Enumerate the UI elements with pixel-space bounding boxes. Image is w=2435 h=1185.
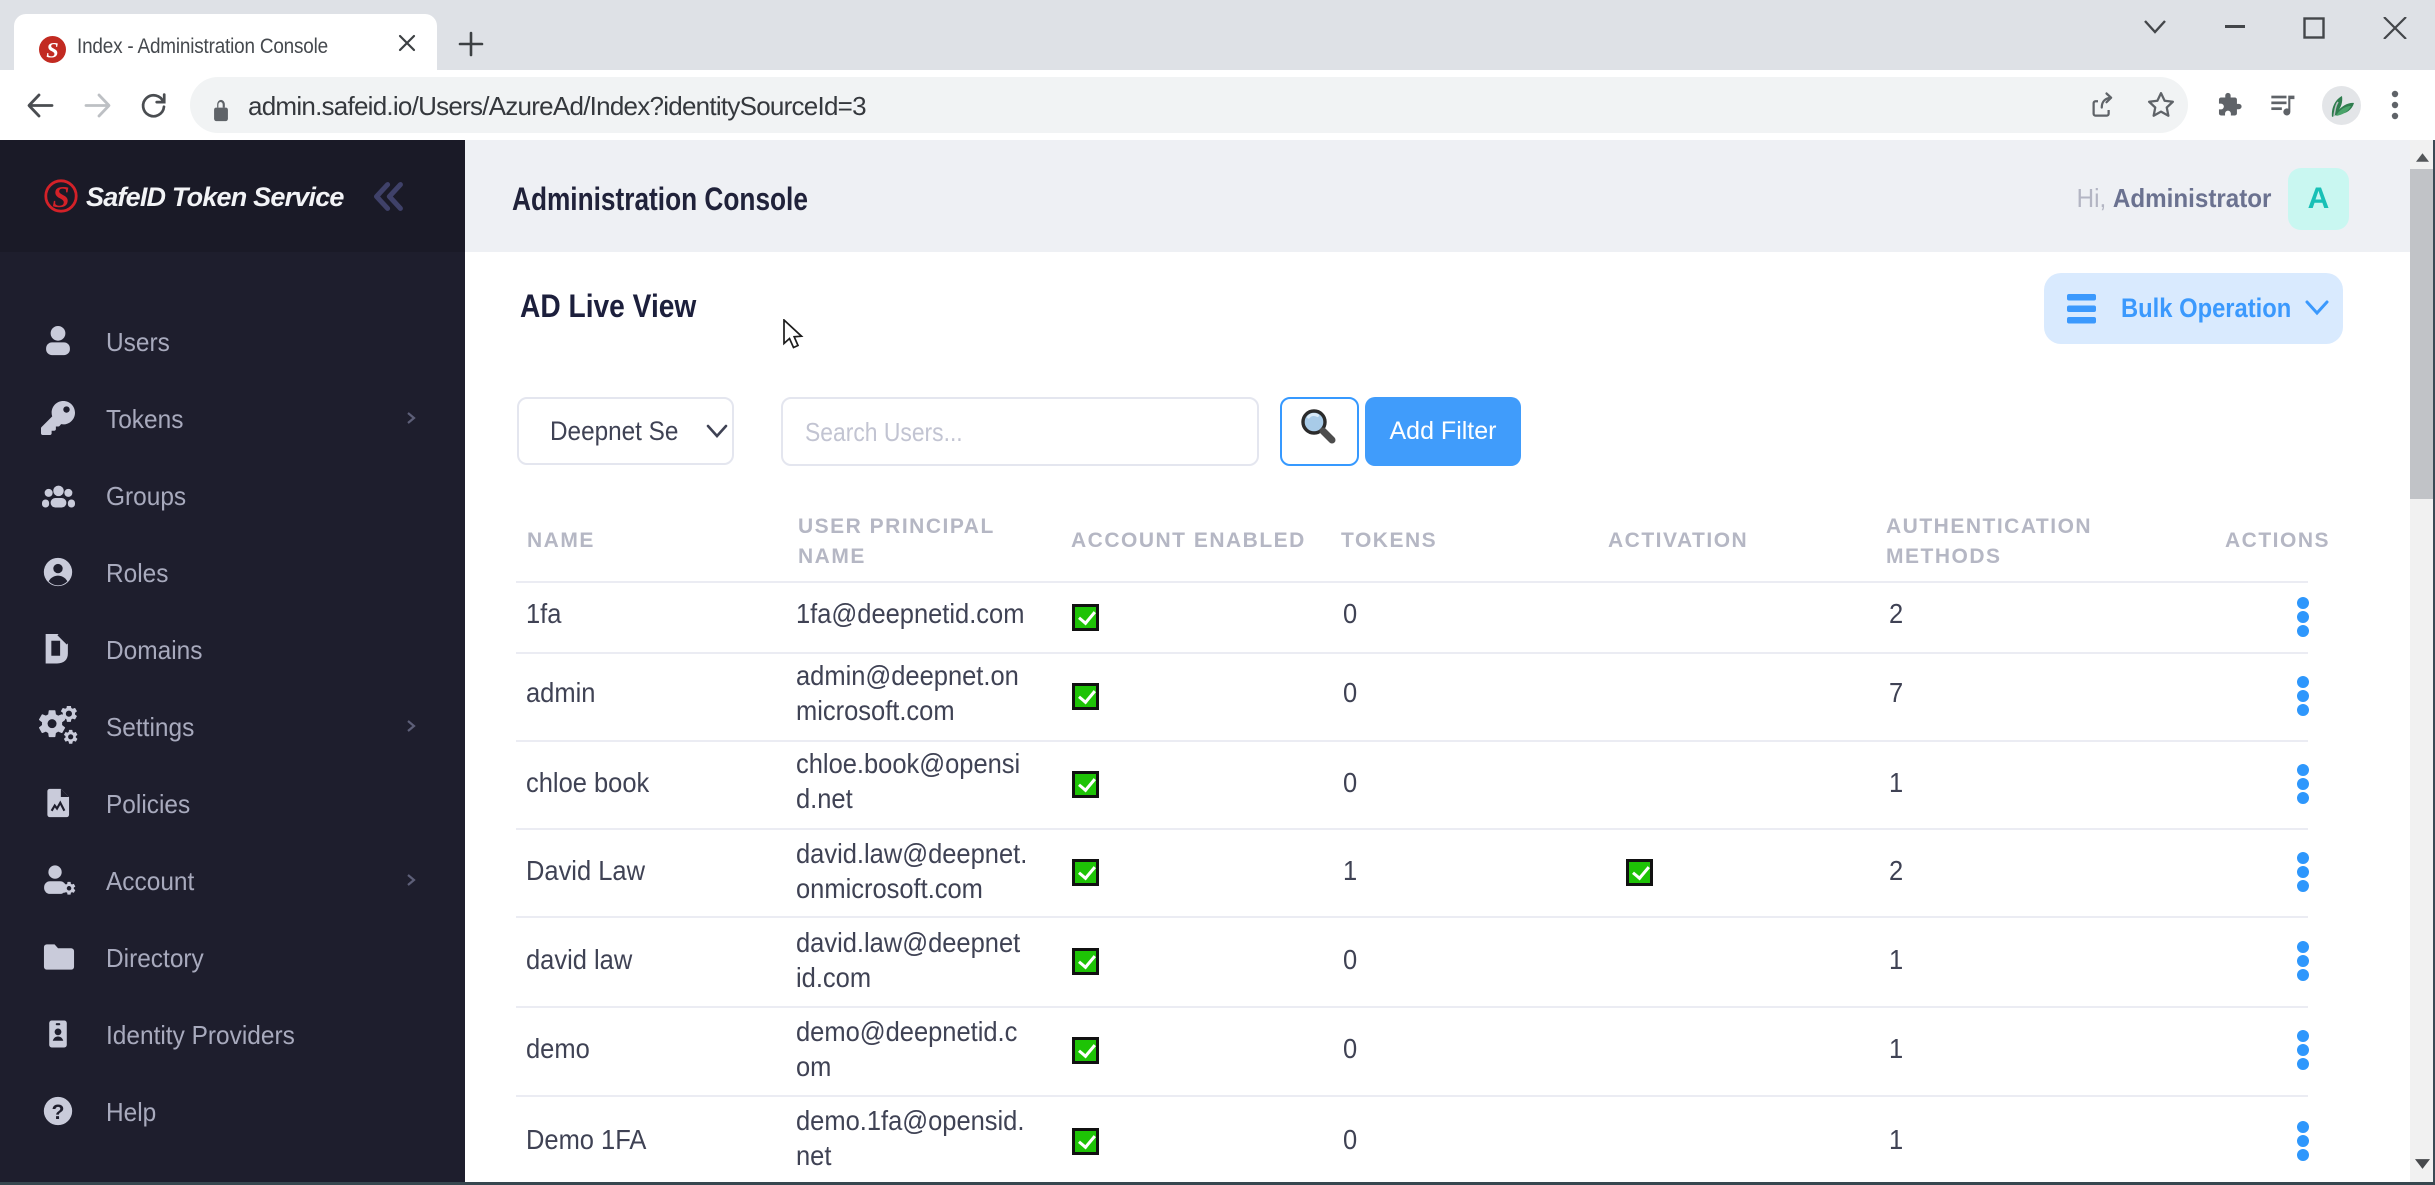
svg-text:?: ?: [52, 1100, 65, 1124]
svg-text:S: S: [52, 179, 69, 213]
svg-text:S: S: [46, 37, 58, 62]
